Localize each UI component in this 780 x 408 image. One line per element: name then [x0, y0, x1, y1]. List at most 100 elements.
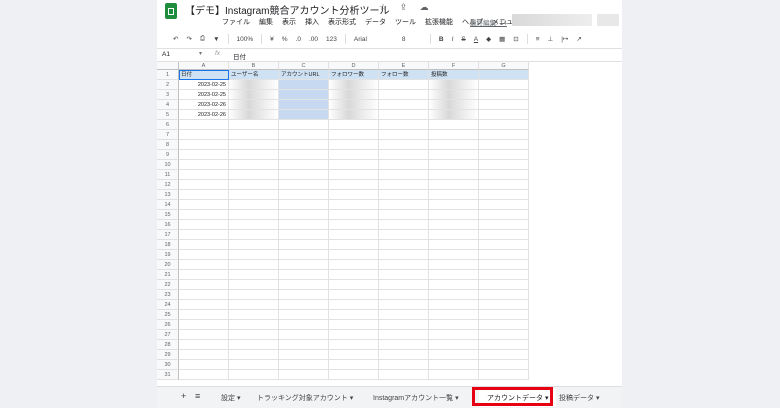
- menu-item[interactable]: ツール: [395, 17, 416, 27]
- empty-cell[interactable]: [279, 200, 329, 210]
- row-header[interactable]: 14: [157, 200, 179, 210]
- empty-cell[interactable]: [379, 340, 429, 350]
- table-cell[interactable]: [479, 80, 529, 90]
- empty-cell[interactable]: [279, 130, 329, 140]
- empty-cell[interactable]: [329, 360, 379, 370]
- empty-cell[interactable]: [279, 300, 329, 310]
- row-header[interactable]: 2: [157, 80, 179, 90]
- empty-cell[interactable]: [479, 130, 529, 140]
- row-header[interactable]: 10: [157, 160, 179, 170]
- row-header[interactable]: 5: [157, 110, 179, 120]
- empty-cell[interactable]: [179, 160, 229, 170]
- empty-cell[interactable]: [229, 260, 279, 270]
- table-cell[interactable]: [479, 100, 529, 110]
- empty-cell[interactable]: [329, 120, 379, 130]
- empty-cell[interactable]: [379, 150, 429, 160]
- sheet-tab[interactable]: 設定 ▾: [221, 393, 240, 403]
- empty-cell[interactable]: [279, 370, 329, 380]
- empty-cell[interactable]: [179, 130, 229, 140]
- table-cell[interactable]: [279, 90, 329, 100]
- increase-decimal-button[interactable]: .00: [309, 36, 318, 43]
- header-cell[interactable]: [479, 70, 529, 80]
- table-cell[interactable]: [229, 100, 279, 110]
- row-header[interactable]: 29: [157, 350, 179, 360]
- empty-cell[interactable]: [379, 300, 429, 310]
- paint-format-icon[interactable]: ▼: [213, 36, 219, 43]
- empty-cell[interactable]: [479, 350, 529, 360]
- empty-cell[interactable]: [479, 290, 529, 300]
- empty-cell[interactable]: [279, 310, 329, 320]
- row-header[interactable]: 1: [157, 70, 179, 80]
- empty-cell[interactable]: [479, 160, 529, 170]
- empty-cell[interactable]: [379, 270, 429, 280]
- row-header[interactable]: 12: [157, 180, 179, 190]
- empty-cell[interactable]: [229, 200, 279, 210]
- empty-cell[interactable]: [179, 250, 229, 260]
- empty-cell[interactable]: [479, 310, 529, 320]
- empty-cell[interactable]: [229, 150, 279, 160]
- empty-cell[interactable]: [279, 140, 329, 150]
- row-header[interactable]: 20: [157, 260, 179, 270]
- empty-cell[interactable]: [329, 260, 379, 270]
- empty-cell[interactable]: [179, 270, 229, 280]
- empty-cell[interactable]: [229, 130, 279, 140]
- table-cell[interactable]: 2023-02-25: [179, 80, 229, 90]
- empty-cell[interactable]: [279, 210, 329, 220]
- table-cell[interactable]: [229, 90, 279, 100]
- empty-cell[interactable]: [229, 360, 279, 370]
- empty-cell[interactable]: [379, 280, 429, 290]
- empty-cell[interactable]: [479, 260, 529, 270]
- empty-cell[interactable]: [279, 280, 329, 290]
- empty-cell[interactable]: [179, 330, 229, 340]
- empty-cell[interactable]: [379, 250, 429, 260]
- row-header[interactable]: 25: [157, 310, 179, 320]
- empty-cell[interactable]: [379, 190, 429, 200]
- empty-cell[interactable]: [279, 270, 329, 280]
- currency-button[interactable]: ¥: [270, 36, 274, 43]
- menu-item[interactable]: 表示形式: [328, 17, 356, 27]
- row-header[interactable]: 27: [157, 330, 179, 340]
- horizontal-align-icon[interactable]: ≡: [536, 36, 540, 43]
- empty-cell[interactable]: [329, 140, 379, 150]
- empty-cell[interactable]: [379, 120, 429, 130]
- row-header[interactable]: 17: [157, 230, 179, 240]
- empty-cell[interactable]: [429, 350, 479, 360]
- add-sheet-button[interactable]: +: [181, 391, 186, 401]
- vertical-align-icon[interactable]: ⊥: [548, 35, 554, 43]
- table-cell[interactable]: [379, 90, 429, 100]
- table-cell[interactable]: [229, 110, 279, 120]
- empty-cell[interactable]: [429, 320, 479, 330]
- table-cell[interactable]: [479, 110, 529, 120]
- empty-cell[interactable]: [179, 280, 229, 290]
- empty-cell[interactable]: [179, 150, 229, 160]
- chevron-down-icon[interactable]: ▾: [199, 50, 202, 57]
- number-format-select[interactable]: 123: [326, 36, 337, 43]
- empty-cell[interactable]: [329, 350, 379, 360]
- empty-cell[interactable]: [279, 330, 329, 340]
- empty-cell[interactable]: [279, 240, 329, 250]
- empty-cell[interactable]: [479, 250, 529, 260]
- table-cell[interactable]: [429, 110, 479, 120]
- empty-cell[interactable]: [329, 270, 379, 280]
- empty-cell[interactable]: [179, 120, 229, 130]
- empty-cell[interactable]: [279, 250, 329, 260]
- row-header[interactable]: 7: [157, 130, 179, 140]
- empty-cell[interactable]: [229, 270, 279, 280]
- empty-cell[interactable]: [479, 240, 529, 250]
- empty-cell[interactable]: [179, 320, 229, 330]
- empty-cell[interactable]: [429, 260, 479, 270]
- empty-cell[interactable]: [329, 160, 379, 170]
- empty-cell[interactable]: [329, 290, 379, 300]
- empty-cell[interactable]: [379, 240, 429, 250]
- empty-cell[interactable]: [379, 350, 429, 360]
- empty-cell[interactable]: [429, 200, 479, 210]
- row-header[interactable]: 4: [157, 100, 179, 110]
- decrease-decimal-button[interactable]: .0: [296, 36, 301, 43]
- empty-cell[interactable]: [229, 320, 279, 330]
- empty-cell[interactable]: [279, 190, 329, 200]
- strikethrough-button[interactable]: S: [461, 36, 465, 43]
- empty-cell[interactable]: [429, 370, 479, 380]
- empty-cell[interactable]: [179, 310, 229, 320]
- table-cell[interactable]: [279, 80, 329, 90]
- table-cell[interactable]: [329, 90, 379, 100]
